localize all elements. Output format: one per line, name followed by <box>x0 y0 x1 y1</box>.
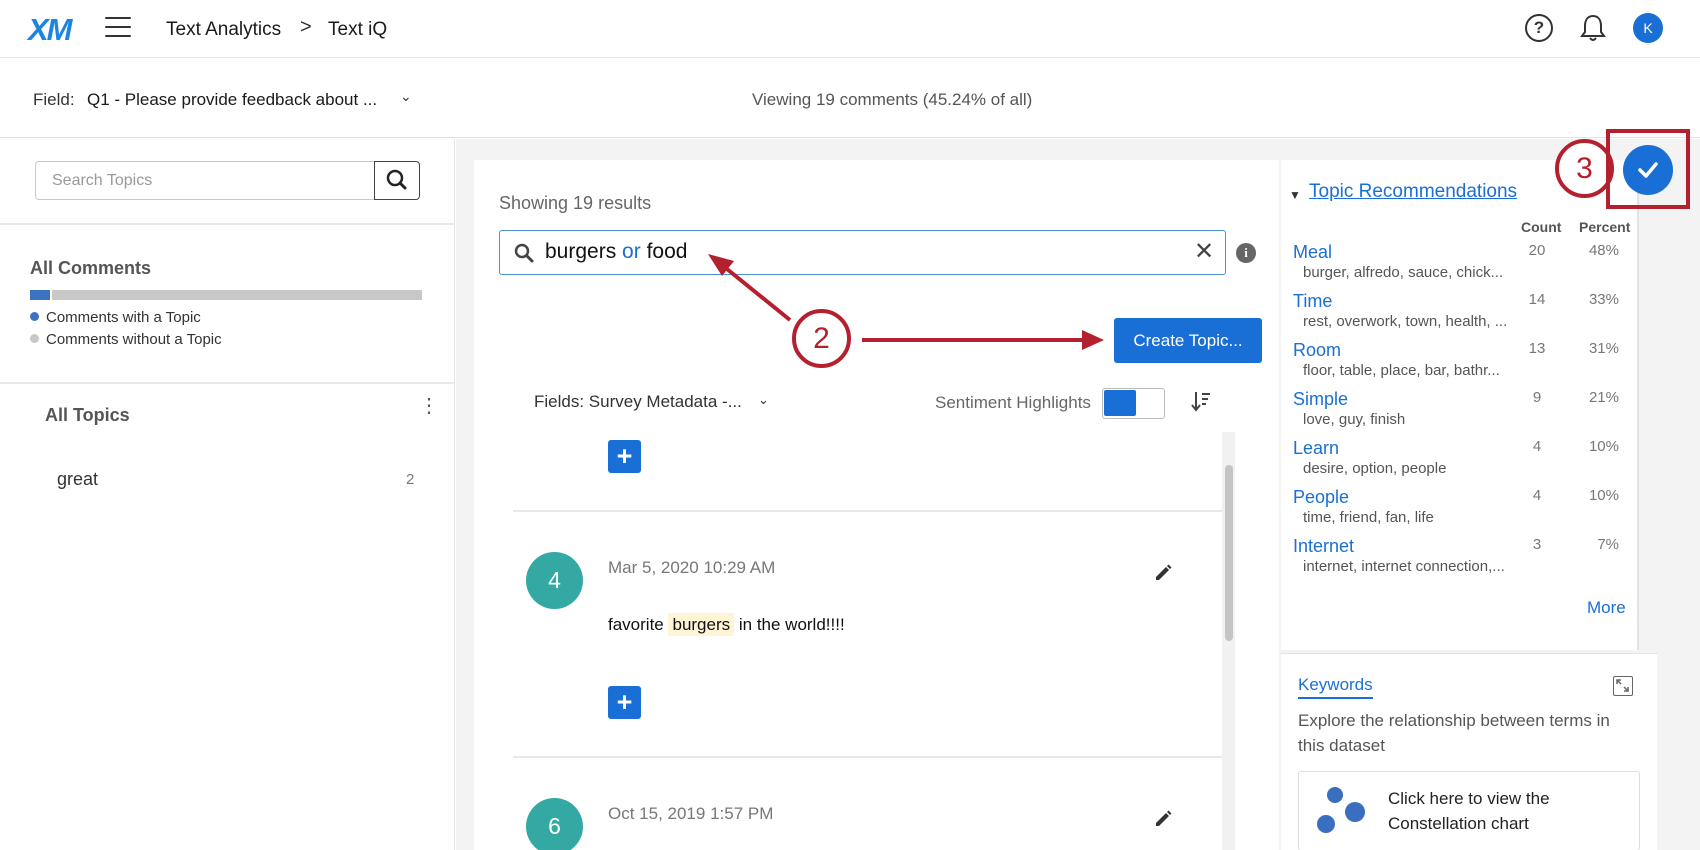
annotation-highlight-box <box>1606 129 1690 209</box>
arrow-to-query-line <box>720 263 792 322</box>
arrow-to-create-head <box>1082 330 1104 350</box>
annotation-step-2: 2 <box>792 309 851 368</box>
annotation-arrows <box>708 254 1104 350</box>
